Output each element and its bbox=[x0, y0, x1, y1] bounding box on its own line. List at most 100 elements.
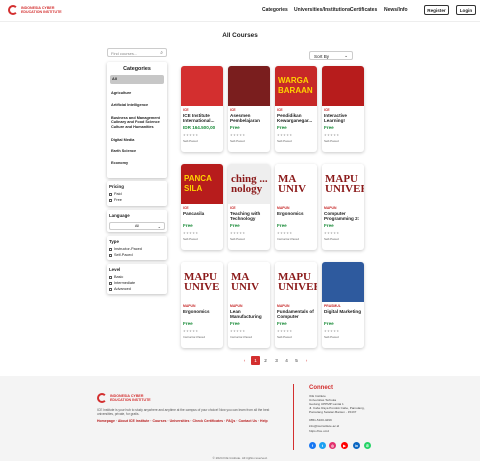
chevron-down-icon: ⌄ bbox=[344, 53, 348, 58]
course-thumbnail[interactable]: MAPU UNIVERS bbox=[322, 164, 364, 204]
search-icon[interactable]: ⌕ bbox=[160, 50, 163, 56]
logo[interactable]: INDONESIA CYBER EDUCATION INSTITUTE bbox=[8, 5, 65, 15]
pagination-next[interactable]: › bbox=[302, 356, 311, 365]
youtube-icon[interactable]: ▶ bbox=[341, 442, 348, 449]
register-button[interactable]: Register bbox=[424, 5, 449, 15]
rating-stars-icon: ★★★★★ bbox=[183, 133, 199, 137]
footer-logo[interactable]: INDONESIA CYBER EDUCATION INSTITUTE bbox=[97, 393, 154, 403]
category-economy[interactable]: Economy bbox=[107, 159, 167, 168]
course-card[interactable]: MAPU UNIVERSMAPUNComputer Programming 2:… bbox=[322, 164, 364, 250]
course-thumbnail[interactable] bbox=[322, 66, 364, 106]
course-card[interactable]: ICE ICE Institute International... IDR 164… bbox=[181, 66, 223, 152]
pagination-page-4[interactable]: 4 bbox=[282, 356, 291, 365]
language-value: All bbox=[134, 224, 140, 228]
course-type: Self-Paced bbox=[230, 139, 245, 143]
language-select[interactable]: All ⌄ bbox=[109, 222, 165, 230]
course-thumbnail[interactable]: MAPU UNIVERS bbox=[275, 262, 317, 302]
course-thumbnail[interactable]: MA UNIV bbox=[275, 164, 317, 204]
logo-mark-icon bbox=[97, 393, 107, 403]
sort-select[interactable]: Sort By ⌄ bbox=[309, 51, 353, 60]
course-card[interactable]: MAPU UNIVE MAPUN Ergonomics Free ★★★★★ Instru… bbox=[181, 262, 223, 348]
footer-links[interactable]: Homepage · About ICE Institute · Courses… bbox=[97, 419, 268, 423]
course-card[interactable]: PRASMUL Digital Marketing Free ★★★★★ Self-Pa… bbox=[322, 262, 364, 348]
checkbox-icon[interactable] bbox=[109, 287, 112, 291]
phone[interactable]: 0851-5100-4299 bbox=[309, 418, 399, 423]
checkbox-icon[interactable] bbox=[109, 275, 112, 279]
course-thumbnail[interactable] bbox=[181, 66, 223, 106]
course-type: Instructor-Paced bbox=[230, 335, 253, 339]
nav-news[interactable]: News/Info bbox=[384, 7, 408, 13]
category-earth-science[interactable]: Earth Science bbox=[107, 147, 167, 156]
course-thumbnail[interactable]: MA UNIV bbox=[228, 262, 270, 302]
course-card[interactable]: WARGA BARAAN ICE Pendidikan Kewarganegar..… bbox=[275, 66, 317, 152]
rating-stars-icon: ★★★★★ bbox=[183, 231, 199, 235]
thumbnail-text: PANCA SILA bbox=[184, 174, 212, 193]
course-card[interactable]: MA UNIV MAPUN Lean Manufacturing Free ★★★★★ I… bbox=[228, 262, 270, 348]
twitter-icon[interactable]: t bbox=[319, 442, 326, 449]
course-thumbnail[interactable] bbox=[322, 262, 364, 302]
instagram-icon[interactable]: ◎ bbox=[329, 442, 336, 449]
rating-stars-icon: ★★★★★ bbox=[277, 133, 293, 137]
checkbox-icon[interactable] bbox=[109, 281, 112, 285]
search-placeholder: Find courses... bbox=[111, 51, 138, 56]
category-digital-media[interactable]: Digital Media bbox=[107, 136, 167, 145]
pagination-page-3[interactable]: 3 bbox=[272, 356, 281, 365]
category-agriculture[interactable]: Agriculture bbox=[107, 89, 167, 98]
category-business[interactable]: Business and Management bbox=[107, 114, 167, 121]
course-thumbnail[interactable] bbox=[228, 66, 270, 106]
checkbox-icon[interactable] bbox=[109, 253, 112, 257]
pricing-free[interactable]: Free bbox=[107, 197, 167, 203]
thumbnail-text: MAPU UNIVERS bbox=[325, 173, 364, 195]
language-panel: Language All ⌄ bbox=[107, 210, 167, 232]
type-self[interactable]: Self-Paced bbox=[107, 252, 167, 258]
rating-stars-icon: ★★★★★ bbox=[324, 133, 340, 137]
course-type: Self-Paced bbox=[324, 139, 339, 143]
category-culture[interactable]: Culture and Humanities bbox=[107, 125, 167, 132]
website[interactable]: https://ice.ut.id bbox=[309, 429, 399, 434]
login-button[interactable]: Login bbox=[456, 5, 476, 15]
course-title: Pancasila bbox=[183, 211, 205, 216]
rating-stars-icon: ★★★★★ bbox=[277, 329, 293, 333]
course-type: Self-Paced bbox=[277, 139, 292, 143]
category-all[interactable]: All bbox=[110, 75, 164, 84]
course-type: Instructor-Paced bbox=[183, 335, 206, 339]
pagination-page-2[interactable]: 2 bbox=[261, 356, 270, 365]
level-advanced[interactable]: Advanced bbox=[107, 286, 167, 292]
course-card[interactable]: ICE Interactive Learning! Free ★★★★★ Self-Pa… bbox=[322, 66, 364, 152]
course-thumbnail[interactable]: MAPU UNIVE bbox=[181, 262, 223, 302]
course-card[interactable]: ICE Asesmen Pembelajaran Free ★★★★★ Self-Pac… bbox=[228, 66, 270, 152]
course-thumbnail[interactable]: ching ... nology bbox=[228, 164, 270, 204]
course-title: Fundamentals of Computer bbox=[277, 309, 314, 319]
course-thumbnail[interactable]: WARGA BARAAN bbox=[275, 66, 317, 106]
facebook-icon[interactable]: f bbox=[309, 442, 316, 449]
course-card[interactable]: MA UNIV MAPUN Ergonomics Free ★★★★★ Instructo… bbox=[275, 164, 317, 250]
language-title: Language bbox=[109, 213, 130, 218]
nav-certificates[interactable]: Certificates bbox=[350, 7, 377, 13]
course-type: Self-Paced bbox=[183, 237, 198, 241]
course-title: Pendidikan Kewarganegar... bbox=[277, 113, 313, 123]
rating-stars-icon: ★★★★★ bbox=[230, 231, 246, 235]
course-title: Asesmen Pembelajaran bbox=[230, 113, 260, 123]
whatsapp-icon[interactable]: ✆ bbox=[364, 442, 371, 449]
course-thumbnail[interactable]: PANCA SILA bbox=[181, 164, 223, 204]
nav-universities[interactable]: Universities/Institutions bbox=[294, 7, 351, 13]
pagination-page-5[interactable]: 5 bbox=[292, 356, 301, 365]
course-card[interactable]: PANCA SILA ICE Pancasila Free ★★★★★ Self-Pace… bbox=[181, 164, 223, 250]
footer-logo-text: INDONESIA CYBER EDUCATION INSTITUTE bbox=[110, 394, 151, 402]
checkbox-icon[interactable] bbox=[109, 247, 112, 251]
pagination-prev[interactable]: ‹ bbox=[240, 356, 249, 365]
nav-categories[interactable]: Categories bbox=[262, 7, 288, 13]
linkedin-icon[interactable]: in bbox=[353, 442, 360, 449]
search-input[interactable]: Find courses... ⌕ bbox=[107, 48, 167, 57]
logo-mark-icon bbox=[8, 5, 18, 15]
connect-title: Connect bbox=[309, 385, 333, 391]
pagination-page-1[interactable]: 1 bbox=[251, 356, 260, 365]
type-panel: Type Instructor-Paced Self-Paced bbox=[107, 236, 167, 260]
checkbox-icon[interactable] bbox=[109, 198, 112, 202]
footer: INDONESIA CYBER EDUCATION INSTITUTE ICE … bbox=[0, 376, 480, 461]
course-card[interactable]: ching ... nology ICE Teaching with Technol… bbox=[228, 164, 270, 250]
pricing-title: Pricing bbox=[109, 184, 124, 189]
course-card[interactable]: MAPU UNIVERSMAPUNFundamentals of Compute… bbox=[275, 262, 317, 348]
category-ai[interactable]: Artificial Intelligence bbox=[107, 101, 167, 110]
checkbox-icon[interactable] bbox=[109, 192, 112, 196]
